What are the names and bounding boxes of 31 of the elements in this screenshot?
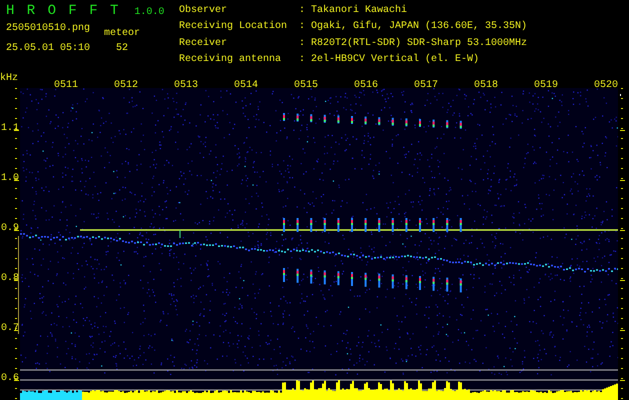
axis-label: 0.7	[1, 323, 20, 334]
info-value: : Ogaki, Gifu, JAPAN (136.60E, 35.35N)	[299, 21, 528, 34]
info-value: : Takanori Kawachi	[299, 5, 408, 18]
axis-label: 0513	[174, 80, 198, 91]
axis-label: 0.8	[1, 273, 20, 284]
axis-label: 0516	[354, 80, 378, 91]
count-label: meteor	[104, 28, 140, 40]
axis-label: 0518	[474, 80, 498, 91]
axis-label: 0514	[234, 80, 258, 91]
axis-label: 0.6	[1, 373, 20, 384]
info-value: : 2el-HB9CV Vertical (el. E-W)	[299, 54, 480, 67]
info-label: Observer	[179, 5, 228, 18]
info-label: Receiver	[179, 38, 228, 50]
axis-label: 0520	[594, 80, 618, 91]
info-label: Receiving Location	[179, 21, 288, 34]
axis-label: 1.1	[1, 123, 20, 134]
axis-label: 0511	[54, 80, 78, 91]
count-value: 52	[116, 43, 128, 55]
app-version: 1.0.0	[134, 7, 164, 18]
info-label: Receiving antenna	[179, 54, 282, 67]
timestamp: 25.05.01 05:10	[6, 43, 90, 55]
axis-label: 0515	[294, 80, 318, 91]
app-name: H R O F F T	[6, 3, 120, 19]
axis-unit: kHz	[0, 73, 18, 84]
axis-label: 1.0	[1, 173, 20, 184]
axis-label: 0519	[534, 80, 558, 91]
file-name: 2505010510.png	[6, 23, 90, 35]
axis-label: 0512	[114, 80, 138, 91]
axis-label: 0.9	[1, 223, 20, 234]
axis-label: 0517	[414, 80, 438, 91]
info-value: : R820T2(RTL-SDR) SDR-Sharp 53.1000MHz	[299, 38, 528, 50]
